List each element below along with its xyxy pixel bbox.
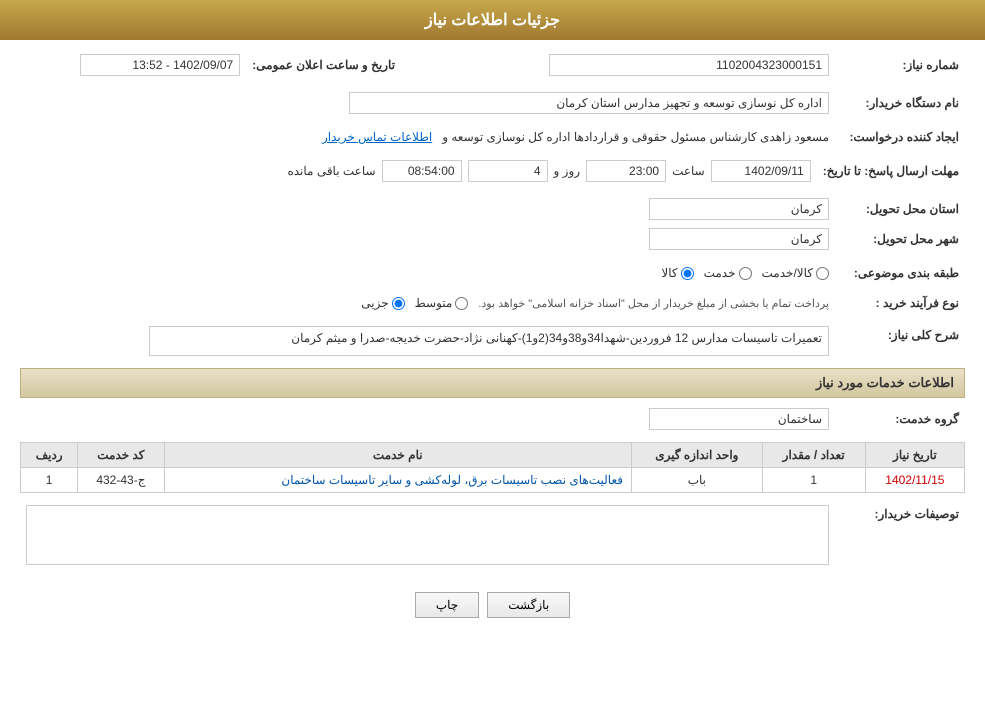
shahr-label: شهر محل تحویل:: [835, 224, 965, 254]
ijad-konande-label: ایجاد کننده درخواست:: [835, 126, 965, 148]
tarikh-elan-label: تاریخ و ساعت اعلان عمومی:: [246, 50, 401, 80]
sharh-field: تعمیرات تاسیسات مدارس 12 فروردین-شهدا34و…: [149, 326, 829, 356]
info-section-5: استان محل تحویل: کرمان شهر محل تحویل: کر…: [20, 194, 965, 254]
shahr-value: کرمان: [20, 224, 835, 254]
radio-kala-khedmat-input[interactable]: [816, 267, 829, 280]
button-row: بازگشت چاپ: [20, 580, 965, 630]
tabaghebandi-label: طبقه بندی موضوعی:: [835, 262, 965, 284]
maande-saat-label: ساعت باقی مانده: [287, 164, 375, 178]
page-header: جزئیات اطلاعات نیاز: [0, 0, 985, 40]
content-area: شماره نیاز: 1102004323000151 تاریخ و ساع…: [0, 40, 985, 640]
noee-notice-text: پرداخت تمام یا بخشی از مبلغ خریدار از مح…: [478, 297, 829, 310]
sharh-text: تعمیرات تاسیسات مدارس 12 فروردین-شهدا34و…: [291, 331, 822, 345]
ettelaat-tamas-link[interactable]: اطلاعات تماس خریدار: [322, 130, 432, 144]
ostan-field: کرمان: [649, 198, 829, 220]
tarikh-field: 1402/09/11: [711, 160, 811, 182]
maande-field: 08:54:00: [382, 160, 462, 182]
ijad-konande-value: مسعود زاهدی کارشناس مسئول حقوقی و قراردا…: [20, 126, 835, 148]
col-kod-khedmat: کد خدمت: [78, 443, 164, 468]
shahr-field: کرمان: [649, 228, 829, 250]
info-section-4: مهلت ارسال پاسخ: تا تاریخ: 1402/09/11 سا…: [20, 156, 965, 186]
tosif-textarea[interactable]: [26, 505, 829, 565]
radio-kala-input[interactable]: [681, 267, 694, 280]
cell-tarikh-niaz: 1402/11/15: [865, 468, 964, 493]
nam-dastgah-value: اداره کل نوسازی توسعه و تجهیز مدارس استا…: [20, 88, 835, 118]
noee-farayand-value: پرداخت تمام یا بخشی از مبلغ خریدار از مح…: [20, 292, 835, 314]
ostan-value: کرمان: [20, 194, 835, 224]
col-radif: ردیف: [21, 443, 78, 468]
info-section-7: نوع فرآیند خرید : پرداخت تمام یا بخشی از…: [20, 292, 965, 314]
info-section-sharh: شرح کلی نیاز: تعمیرات تاسیسات مدارس 12 ف…: [20, 322, 965, 360]
col-tarikh-niaz: تاریخ نیاز: [865, 443, 964, 468]
grohe-khedmat-value: ساختمان: [20, 404, 835, 434]
khedmat-label: خدمت: [704, 266, 736, 280]
radio-motovaset-input[interactable]: [455, 297, 468, 310]
col-tedad: تعداد / مقدار: [762, 443, 865, 468]
tosif-label: توصیفات خریدار:: [835, 501, 965, 572]
kala-label: کالا: [661, 266, 677, 280]
ostan-label: استان محل تحویل:: [835, 194, 965, 224]
cell-radif: 1: [21, 468, 78, 493]
ijad-konande-text: مسعود زاهدی کارشناس مسئول حقوقی و قراردا…: [442, 130, 829, 144]
kala-khedmat-label: کالا/خدمت: [762, 266, 813, 280]
tosif-value-cell: [20, 501, 835, 572]
radio-jozi-input[interactable]: [392, 297, 405, 310]
grohe-khedmat-label: گروه خدمت:: [835, 404, 965, 434]
nam-dastgah-label: نام دستگاه خریدار:: [835, 88, 965, 118]
shomare-niaz-field: 1102004323000151: [549, 54, 829, 76]
info-section-2: نام دستگاه خریدار: اداره کل نوسازی توسعه…: [20, 88, 965, 118]
radio-khedmat[interactable]: خدمت: [704, 266, 752, 280]
noee-farayand-label: نوع فرآیند خرید :: [835, 292, 965, 314]
grohe-khedmat-section: گروه خدمت: ساختمان: [20, 404, 965, 434]
roz-field: 4: [468, 160, 548, 182]
col-vahed: واحد اندازه گیری: [632, 443, 763, 468]
services-table: تاریخ نیاز تعداد / مقدار واحد اندازه گیر…: [20, 442, 965, 493]
cell-vahed: باب: [632, 468, 763, 493]
chap-button[interactable]: چاپ: [415, 592, 479, 618]
info-section-6: طبقه بندی موضوعی: کالا/خدمت خدمت: [20, 262, 965, 284]
cell-name-khedmat: فعالیت‌های نصب تاسیسات برق، لوله‌کشی و س…: [164, 468, 632, 493]
tarikh-elan-value: 1402/09/07 - 13:52: [20, 50, 246, 80]
roz-label: روز و: [554, 164, 581, 178]
radio-motovaset[interactable]: متوسط: [415, 296, 469, 310]
radio-khedmat-input[interactable]: [739, 267, 752, 280]
info-section-3: ایجاد کننده درخواست: مسعود زاهدی کارشناس…: [20, 126, 965, 148]
bazgasht-button[interactable]: بازگشت: [487, 592, 570, 618]
shomare-niaz-value: 1102004323000151: [451, 50, 835, 80]
col-name-khedmat: نام خدمت: [164, 443, 632, 468]
page-wrapper: جزئیات اطلاعات نیاز شماره نیاز: 11020043…: [0, 0, 985, 703]
motovaset-label: متوسط: [415, 296, 453, 310]
info-section-1: شماره نیاز: 1102004323000151 تاریخ و ساع…: [20, 50, 965, 80]
radio-kala[interactable]: کالا: [661, 266, 693, 280]
table-row: 1402/11/15 1 باب فعالیت‌های نصب تاسیسات …: [21, 468, 965, 493]
shomare-niaz-label: شماره نیاز:: [835, 50, 965, 80]
page-title: جزئیات اطلاعات نیاز: [425, 12, 560, 29]
khadamat-section-title: اطلاعات خدمات مورد نیاز: [20, 368, 965, 398]
sharh-value-cell: تعمیرات تاسیسات مدارس 12 فروردین-شهدا34و…: [20, 322, 835, 360]
radio-kala-khedmat[interactable]: کالا/خدمت: [762, 266, 829, 280]
saat-label: ساعت: [672, 164, 705, 178]
mohlat-value-cell: 1402/09/11 ساعت 23:00 روز و 4 08:54:00 س…: [20, 156, 817, 186]
mohlat-label: مهلت ارسال پاسخ: تا تاریخ:: [817, 156, 965, 186]
tarikh-elan-field: 1402/09/07 - 13:52: [80, 54, 240, 76]
cell-tedad: 1: [762, 468, 865, 493]
tosif-section: توصیفات خریدار:: [20, 501, 965, 572]
saat-field: 23:00: [586, 160, 666, 182]
tabaghebandi-value: کالا/خدمت خدمت کالا: [20, 262, 835, 284]
grohe-khedmat-field: ساختمان: [649, 408, 829, 430]
cell-kod-khedmat: ج-43-432: [78, 468, 164, 493]
nam-dastgah-field: اداره کل نوسازی توسعه و تجهیز مدارس استا…: [349, 92, 829, 114]
radio-jozi[interactable]: جزیی: [361, 296, 404, 310]
sharh-label: شرح کلی نیاز:: [835, 322, 965, 360]
jozi-label: جزیی: [361, 296, 388, 310]
